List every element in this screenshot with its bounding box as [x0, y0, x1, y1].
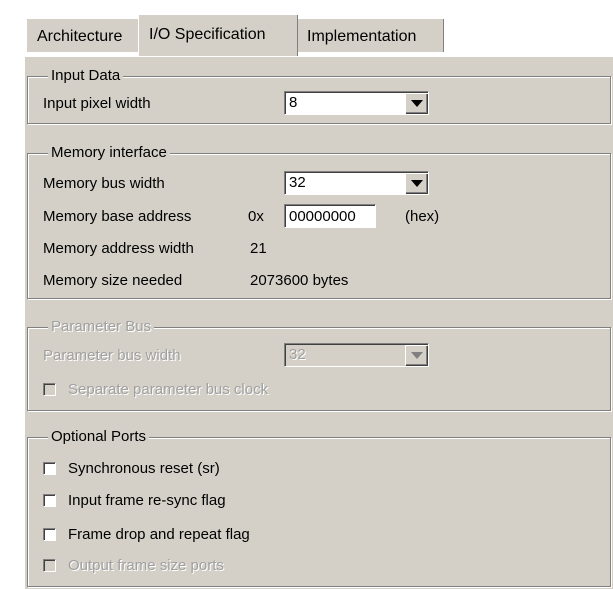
tab-strip: Architecture I/O Specification Implement…: [0, 0, 613, 58]
tab-architecture-label: Architecture: [37, 28, 123, 45]
memory-bus-width-select[interactable]: 32: [284, 171, 429, 195]
tab-architecture[interactable]: Architecture: [26, 18, 144, 52]
memory-bus-width-label: Memory bus width: [43, 175, 165, 192]
frame-drop-repeat-checkbox[interactable]: [43, 528, 56, 541]
input-frame-resync-label[interactable]: Input frame re-sync flag: [68, 492, 226, 510]
input-pixel-width-value: 8: [289, 94, 298, 111]
synchronous-reset-checkbox[interactable]: [43, 462, 56, 475]
parameter-bus-width-label: Parameter bus width: [43, 347, 181, 364]
frame-drop-repeat-label[interactable]: Frame drop and repeat flag: [68, 526, 250, 544]
memory-interface-legend: Memory interface: [48, 144, 170, 162]
memory-base-address-prefix: 0x: [248, 208, 264, 225]
optional-ports-group: Optional Ports Synchronous reset (sr) In…: [27, 428, 611, 587]
io-specification-panel: Input Data Input pixel width 8 Memory in…: [24, 56, 613, 589]
memory-bus-width-dropdown-button[interactable]: [405, 173, 427, 193]
parameter-bus-width-dropdown-button: [405, 345, 427, 365]
memory-address-width-value: 21: [250, 240, 267, 257]
memory-size-needed-value: 2073600 bytes: [250, 272, 349, 289]
memory-base-address-input[interactable]: [284, 204, 376, 228]
separate-parameter-bus-clock-label: Separate parameter bus clock: [68, 381, 269, 398]
tab-io-specification-label: I/O Specification: [149, 26, 266, 43]
memory-bus-width-value: 32: [289, 174, 306, 191]
parameter-bus-group: Parameter Bus Parameter bus width 32 Sep…: [27, 318, 611, 411]
tab-implementation-label: Implementation: [307, 28, 417, 45]
input-data-group: Input Data Input pixel width 8: [27, 67, 611, 124]
input-data-legend: Input Data: [48, 67, 124, 85]
input-frame-resync-checkbox[interactable]: [43, 494, 56, 507]
chevron-down-icon: [411, 180, 423, 187]
memory-address-width-label: Memory address width: [43, 240, 194, 257]
memory-size-needed-label: Memory size needed: [43, 272, 183, 289]
tab-io-specification[interactable]: I/O Specification: [138, 14, 298, 56]
tab-implementation[interactable]: Implementation: [296, 18, 444, 52]
chevron-down-icon: [411, 100, 423, 107]
input-pixel-width-dropdown-button[interactable]: [405, 93, 427, 113]
parameter-bus-width-value: 32: [289, 346, 306, 363]
output-frame-size-checkbox: [43, 559, 56, 572]
memory-interface-group: Memory interface Memory bus width 32 Mem…: [27, 144, 611, 299]
parameter-bus-legend: Parameter Bus: [48, 318, 155, 336]
memory-base-address-label: Memory base address: [43, 208, 192, 225]
synchronous-reset-label[interactable]: Synchronous reset (sr): [68, 460, 220, 478]
input-pixel-width-label: Input pixel width: [43, 95, 151, 112]
input-pixel-width-select[interactable]: 8: [284, 91, 429, 115]
chevron-down-icon: [411, 352, 423, 359]
memory-base-address-suffix: (hex): [405, 208, 440, 225]
optional-ports-legend: Optional Ports: [48, 428, 150, 446]
output-frame-size-label: Output frame size ports: [68, 557, 224, 574]
separate-parameter-bus-clock-checkbox: [43, 383, 56, 396]
parameter-bus-width-select: 32: [284, 343, 429, 367]
